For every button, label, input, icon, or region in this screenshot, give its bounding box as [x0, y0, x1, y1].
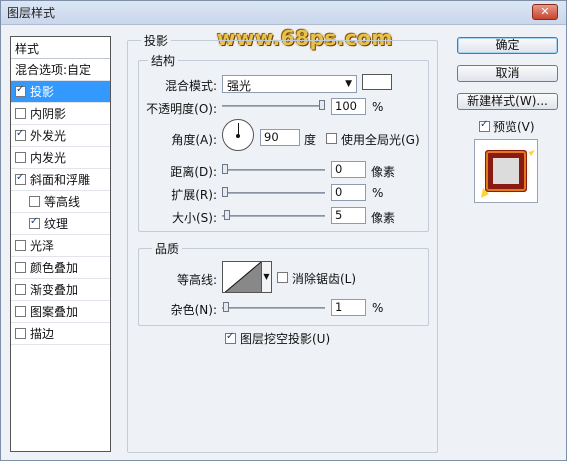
anti-alias-checkbox[interactable]: [277, 272, 288, 283]
ok-button[interactable]: 确定: [457, 37, 558, 54]
preview-label: 预览(V): [493, 120, 535, 134]
style-item-checkbox[interactable]: [15, 284, 26, 295]
distance-slider[interactable]: [222, 164, 325, 174]
style-item-label: 渐变叠加: [30, 283, 79, 297]
chevron-down-icon: ▼: [345, 79, 352, 89]
opacity-unit: %: [372, 100, 384, 114]
opacity-slider-thumb[interactable]: [319, 100, 325, 110]
size-input[interactable]: 5: [331, 207, 366, 224]
style-item-label: 图案叠加: [30, 305, 79, 319]
style-item[interactable]: 渐变叠加: [11, 279, 110, 301]
style-item-label: 内发光: [30, 151, 67, 165]
style-item-checkbox[interactable]: [29, 216, 40, 229]
style-item-label: 外发光: [30, 129, 67, 143]
spread-unit: %: [372, 186, 384, 200]
style-item-label: 描边: [30, 327, 55, 341]
style-item[interactable]: 光泽: [11, 235, 110, 257]
style-item[interactable]: 图案叠加: [11, 301, 110, 323]
spread-slider-thumb[interactable]: [222, 187, 228, 197]
opacity-input[interactable]: 100: [331, 98, 366, 115]
distance-slider-thumb[interactable]: [222, 164, 228, 174]
preview-checkbox[interactable]: [479, 119, 490, 132]
style-item-checkbox[interactable]: [15, 152, 26, 163]
style-item-label: 颜色叠加: [30, 261, 79, 275]
angle-dial[interactable]: [222, 119, 254, 151]
style-item-label: 纹理: [44, 217, 69, 231]
spread-input[interactable]: 0: [331, 184, 366, 201]
style-item-checkbox[interactable]: [15, 128, 26, 141]
style-item[interactable]: 描边: [11, 323, 110, 345]
global-light-label: 使用全局光(G): [341, 133, 420, 147]
angle-dial-center: [236, 134, 240, 138]
style-item[interactable]: 内阴影: [11, 103, 110, 125]
angle-unit: 度: [304, 133, 317, 147]
noise-slider-thumb[interactable]: [222, 302, 229, 312]
size-unit: 像素: [371, 211, 396, 225]
style-item[interactable]: 混合选项:自定: [11, 59, 110, 81]
blend-mode-label: 混合模式:: [164, 79, 217, 93]
style-item-checkbox[interactable]: [15, 306, 26, 317]
contour-picker[interactable]: [222, 261, 262, 293]
noise-unit: %: [372, 301, 384, 315]
size-slider[interactable]: [222, 210, 325, 220]
shadow-color-swatch[interactable]: [362, 74, 392, 90]
styles-header[interactable]: 样式: [11, 37, 110, 59]
spread-slider[interactable]: [222, 187, 325, 197]
contour-curve-icon: [224, 262, 261, 292]
angle-input[interactable]: 90: [260, 129, 300, 146]
style-item[interactable]: 纹理: [11, 213, 110, 235]
drop-shadow-title: 投影: [141, 32, 172, 49]
layer-style-dialog: 图层样式 ✕ www.68ps.com 样式 混合选项:自定投影内阴影外发光内发…: [0, 0, 567, 461]
new-style-button[interactable]: 新建样式(W)...: [457, 93, 558, 110]
knockout-checkbox[interactable]: [225, 331, 236, 344]
distance-label: 距离(D):: [170, 165, 217, 179]
style-preview: [474, 139, 538, 203]
title-bar[interactable]: 图层样式 ✕: [1, 1, 566, 25]
distance-unit: 像素: [371, 165, 396, 179]
close-icon[interactable]: ✕: [532, 4, 558, 20]
style-item[interactable]: 内发光: [11, 147, 110, 169]
distance-input[interactable]: 0: [331, 161, 366, 178]
style-item-checkbox[interactable]: [15, 108, 26, 119]
opacity-slider[interactable]: [222, 100, 325, 110]
style-item[interactable]: 颜色叠加: [11, 257, 110, 279]
noise-label: 杂色(N):: [170, 303, 217, 317]
cancel-button[interactable]: 取消: [457, 65, 558, 82]
contour-dropdown-icon[interactable]: ▼: [262, 261, 272, 293]
style-item[interactable]: 外发光: [11, 125, 110, 147]
structure-title: 结构: [148, 52, 179, 69]
style-item-checkbox[interactable]: [29, 196, 40, 207]
style-item[interactable]: 等高线: [11, 191, 110, 213]
style-item-checkbox[interactable]: [15, 240, 26, 251]
anti-alias-label: 消除锯齿(L): [292, 272, 357, 286]
quality-title: 品质: [152, 240, 183, 257]
global-light-checkbox[interactable]: [326, 133, 337, 144]
spread-label: 扩展(R):: [171, 188, 217, 202]
knockout-label: 图层挖空投影(U): [240, 332, 331, 346]
style-item-checkbox[interactable]: [15, 262, 26, 273]
blend-mode-value: 强光: [227, 79, 252, 93]
noise-slider[interactable]: [222, 302, 325, 312]
style-item-label: 混合选项:自定: [15, 63, 92, 77]
angle-label: 角度(A):: [171, 133, 217, 147]
styles-list: 样式 混合选项:自定投影内阴影外发光内发光斜面和浮雕等高线纹理光泽颜色叠加渐变叠…: [10, 36, 111, 452]
style-item[interactable]: 投影: [11, 81, 110, 103]
style-item-label: 斜面和浮雕: [30, 173, 91, 187]
style-item-checkbox[interactable]: [15, 172, 26, 185]
noise-input[interactable]: 1: [331, 299, 366, 316]
size-slider-thumb[interactable]: [223, 210, 230, 220]
style-item-label: 投影: [30, 85, 55, 99]
style-item-checkbox[interactable]: [15, 328, 26, 339]
blend-mode-select[interactable]: 强光 ▼: [222, 75, 357, 93]
style-preview-thumbnail: [479, 144, 535, 198]
style-item-label: 等高线: [44, 195, 81, 209]
size-label: 大小(S):: [171, 211, 217, 225]
style-item[interactable]: 斜面和浮雕: [11, 169, 110, 191]
style-item-label: 光泽: [30, 239, 55, 253]
style-item-checkbox[interactable]: [15, 84, 26, 97]
style-item-label: 内阴影: [30, 107, 67, 121]
opacity-label: 不透明度(O):: [146, 102, 217, 116]
contour-label: 等高线:: [176, 273, 217, 287]
window-title: 图层样式: [7, 6, 56, 20]
